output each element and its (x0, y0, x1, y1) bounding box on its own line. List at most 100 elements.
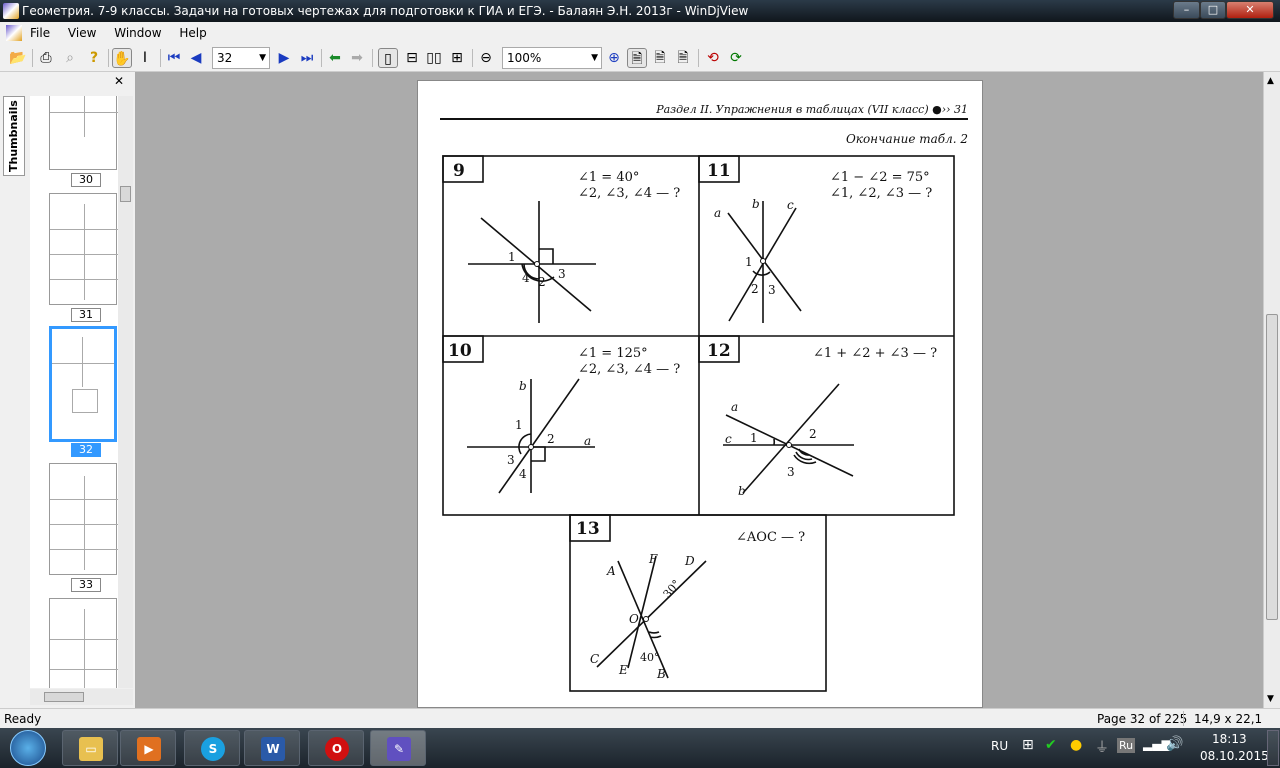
fit-page-icon[interactable]: 🗎 (673, 48, 693, 68)
close-panel-button[interactable]: ✕ (114, 74, 124, 88)
ime-indicator[interactable]: Ru (1117, 738, 1136, 753)
start-button[interactable] (10, 730, 46, 766)
thumbnail-scrollbar[interactable] (118, 96, 133, 688)
open-icon[interactable]: 📂 (8, 48, 28, 68)
windjview-icon: ✎ (387, 737, 411, 761)
thumbnail-page-32[interactable] (49, 326, 117, 442)
scroll-down-icon[interactable]: ▼ (1267, 694, 1274, 704)
condition: ∠1 − ∠2 = 75° (830, 170, 930, 185)
usb-icon[interactable]: ⏚ (1095, 737, 1109, 757)
scroll-thumb[interactable] (1266, 314, 1278, 620)
back-icon[interactable]: ⬅ (325, 48, 345, 68)
taskbar-media-player[interactable]: ▶ (120, 730, 176, 766)
title-bar: Геометрия. 7-9 классы. Задачи на готовых… (0, 0, 1280, 22)
opera-icon: O (325, 737, 349, 761)
clock-date[interactable]: 08.10.2015 (1200, 749, 1269, 763)
page-header: Раздел II. Упражнения в таблицах (VII кл… (655, 103, 968, 116)
menu-help[interactable]: Help (179, 26, 206, 40)
clock-time[interactable]: 18:13 (1212, 732, 1247, 746)
menu-view[interactable]: View (68, 26, 96, 40)
thumbnails-tab[interactable]: Thumbnails (3, 96, 25, 176)
close-button[interactable]: ✕ (1226, 1, 1274, 19)
fit-width-icon[interactable]: 🗎 (650, 48, 670, 68)
angle-label: 2 (751, 282, 759, 296)
show-desktop-button[interactable] (1267, 730, 1279, 766)
update-icon[interactable]: ✔ (1045, 737, 1057, 753)
scroll-up-icon[interactable]: ▲ (1267, 76, 1274, 86)
prev-page-icon[interactable]: ◀ (186, 48, 206, 68)
thumbnail-page-33[interactable] (49, 463, 118, 575)
print-icon[interactable]: ⎙ (36, 48, 56, 68)
angle-label: 3 (558, 267, 566, 281)
continuous-facing-icon[interactable]: ⊞ (447, 48, 467, 68)
thumbnail-page-34[interactable] (49, 598, 118, 688)
scroll-thumb[interactable] (120, 186, 131, 202)
thumbnail-page-30[interactable] (49, 96, 118, 170)
volume-icon[interactable]: 🔊 (1166, 736, 1183, 752)
taskbar-opera[interactable]: O (308, 730, 364, 766)
rotate-left-icon[interactable]: ⟲ (703, 48, 723, 68)
thumbnail-list: 30 31 32 33 (30, 96, 118, 688)
line-label: c (787, 198, 794, 212)
chevron-down-icon[interactable]: ▼ (591, 48, 598, 68)
zoom-combo[interactable]: 100% ▼ (502, 47, 602, 69)
zoom-out-icon[interactable]: ⊖ (476, 48, 496, 68)
document-scrollbar[interactable]: ▲ ▼ (1263, 72, 1280, 708)
angle-label: 1 (508, 250, 516, 264)
taskbar-explorer[interactable]: ▭ (62, 730, 118, 766)
zoom-value: 100% (507, 51, 542, 65)
zoom-in-icon[interactable]: ⊕ (604, 48, 624, 68)
point-label: O (629, 612, 639, 626)
line-label: a (584, 434, 591, 448)
condition: ∠2, ∠3, ∠4 — ? (578, 362, 680, 377)
app-icon (3, 3, 19, 19)
thumbnail-label-selected: 32 (71, 443, 101, 457)
angle-label: 40° (640, 651, 660, 664)
thumbnail-hscrollbar[interactable] (30, 689, 133, 705)
condition: ∠AOC — ? (736, 530, 805, 545)
angle-label: 2 (538, 275, 546, 289)
media-icon: ▶ (137, 737, 161, 761)
angle-label: 4 (519, 467, 527, 481)
line-label: c (725, 432, 732, 446)
condition: ∠1 = 125° (578, 346, 648, 361)
thumbnail-label: 33 (71, 578, 101, 592)
condition: ∠2, ∠3, ∠4 — ? (578, 186, 680, 201)
menu-file[interactable]: File (30, 26, 50, 40)
first-page-icon[interactable]: ⏮ (164, 48, 184, 68)
rotate-right-icon[interactable]: ⟳ (726, 48, 746, 68)
skype-icon: S (201, 737, 225, 761)
taskbar-windjview[interactable]: ✎ (370, 730, 426, 766)
angle-label: 4 (522, 271, 530, 285)
thumbnail-page-31[interactable] (49, 193, 118, 305)
minimize-button[interactable]: – (1173, 1, 1200, 19)
maximize-button[interactable]: □ (1200, 1, 1226, 19)
taskbar-word[interactable]: W (244, 730, 300, 766)
doc-icon (6, 25, 22, 41)
hand-tool-icon[interactable]: ✋ (112, 48, 132, 68)
page-number-combo[interactable]: 32 ▼ (212, 47, 270, 69)
menu-window[interactable]: Window (114, 26, 161, 40)
continuous-icon[interactable]: ⊟ (402, 48, 422, 68)
facing-icon[interactable]: ▯▯ (424, 48, 444, 68)
last-page-icon[interactable]: ⏭ (297, 48, 317, 68)
forward-icon[interactable]: ➡ (347, 48, 367, 68)
find-icon[interactable]: ⌕ (60, 48, 80, 68)
next-page-icon[interactable]: ▶ (274, 48, 294, 68)
line-label: b (738, 484, 746, 498)
lemon-icon[interactable]: ● (1070, 737, 1082, 753)
problem-number: 10 (448, 341, 472, 361)
hscroll-thumb[interactable] (44, 692, 84, 702)
select-tool-icon[interactable]: I (135, 48, 155, 68)
language-indicator[interactable]: RU (991, 739, 1008, 753)
windows-icon[interactable]: ⊞ (1022, 737, 1034, 753)
toolbar: 📂 ⎙ ⌕ ? ✋ I ⏮ ◀ 32 ▼ ▶ ⏭ ⬅ ➡ ▯ ⊟ ▯▯ ⊞ ⊖ 1… (0, 44, 1280, 72)
thumbnail-label: 31 (71, 308, 101, 322)
single-page-icon[interactable]: ▯ (378, 48, 398, 68)
table-caption: Окончание табл. 2 (846, 132, 968, 146)
actual-size-icon[interactable]: 🗎 (627, 48, 647, 68)
chevron-down-icon[interactable]: ▼ (259, 48, 266, 68)
help-icon[interactable]: ? (84, 48, 104, 68)
taskbar-skype[interactable]: S (184, 730, 240, 766)
problem-number: 11 (707, 161, 731, 181)
